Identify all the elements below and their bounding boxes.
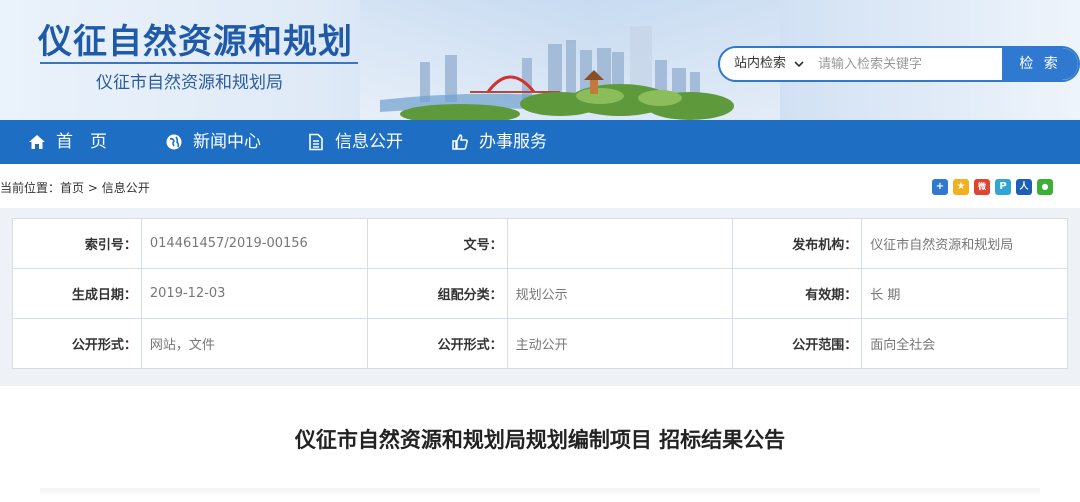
renren-icon[interactable]: 人: [1016, 179, 1032, 195]
globe-icon: [166, 134, 182, 150]
table-row: 公开形式： 网站，文件 公开形式： 主动公开 公开范围： 面向全社会: [12, 318, 1068, 369]
search-button[interactable]: 检 索: [1002, 48, 1078, 80]
site-header: 仪征自然资源和规划 仪征市自然资源和规划局 站内检索 检 索: [0, 0, 1080, 120]
disclosure-form-label: 公开形式：: [12, 318, 142, 369]
nav-item-home[interactable]: 首 页: [28, 120, 107, 164]
search-bar: 站内检索 检 索: [718, 46, 1080, 82]
tencent-weibo-icon[interactable]: P: [995, 179, 1011, 195]
search-scope-select[interactable]: 站内检索: [734, 48, 804, 80]
site-title: 仪征自然资源和规划: [38, 22, 353, 62]
content-divider: [40, 488, 1040, 494]
title-divider: [40, 62, 358, 64]
nav-item-label: 新闻中心: [193, 132, 261, 152]
nav-item-info[interactable]: 信息公开: [307, 120, 403, 164]
article-title: 仪征市自然资源和规划局规划编制项目 招标结果公告: [294, 428, 786, 452]
breadcrumb: 当前位置：首页 > 信息公开: [0, 180, 150, 196]
breadcrumb-home-link[interactable]: 首页: [60, 181, 84, 195]
search-input[interactable]: [818, 48, 1002, 80]
category-value: 规划公示: [506, 268, 734, 319]
validity-value: 长 期: [861, 268, 1068, 319]
disclosure-scope-value: 面向全社会: [861, 318, 1068, 369]
breadcrumb-separator: >: [84, 181, 102, 195]
metadata-table: 索引号： 014461457/2019-00156 文号： 发布机构： 仪征市自…: [12, 218, 1068, 369]
table-row: 索引号： 014461457/2019-00156 文号： 发布机构： 仪征市自…: [12, 218, 1068, 269]
nav-item-label: 信息公开: [335, 132, 403, 152]
site-subtitle: 仪征市自然资源和规划局: [96, 73, 283, 93]
document-number-value: [506, 218, 734, 269]
publisher-value: 仪征市自然资源和规划局: [861, 218, 1068, 269]
disclosure-method-value: 主动公开: [506, 318, 734, 369]
nav-item-services[interactable]: 办事服务: [451, 120, 547, 164]
info-panel: 索引号： 014461457/2019-00156 文号： 发布机构： 仪征市自…: [0, 208, 1080, 386]
nav-item-label: 首 页: [56, 132, 107, 152]
disclosure-form-value: 网站，文件: [140, 318, 368, 369]
nav-item-news[interactable]: 新闻中心: [165, 120, 261, 164]
validity-label: 有效期：: [732, 268, 863, 319]
qzone-icon[interactable]: ★: [953, 179, 969, 195]
category-label: 组配分类：: [366, 268, 508, 319]
publisher-label: 发布机构：: [732, 218, 863, 269]
document-number-label: 文号：: [366, 218, 508, 269]
chevron-down-icon: [794, 60, 804, 67]
thumbs-up-icon: [452, 134, 468, 150]
index-number-value: 014461457/2019-00156: [140, 218, 368, 269]
wechat-icon[interactable]: ●: [1037, 179, 1053, 195]
created-date-value: 2019-12-03: [140, 268, 368, 319]
search-scope-label: 站内检索: [734, 56, 787, 71]
table-row: 生成日期： 2019-12-03 组配分类： 规划公示 有效期： 长 期: [12, 268, 1068, 319]
nav-item-label: 办事服务: [479, 132, 547, 152]
share-toolbar: + ★ 微 P 人 ●: [932, 179, 1053, 195]
share-more-icon[interactable]: +: [932, 179, 948, 195]
breadcrumb-prefix: 当前位置：: [0, 181, 61, 195]
disclosure-scope-label: 公开范围：: [732, 318, 863, 369]
breadcrumb-current[interactable]: 信息公开: [102, 181, 150, 195]
created-date-label: 生成日期：: [12, 268, 142, 319]
weibo-icon[interactable]: 微: [974, 179, 990, 195]
index-number-label: 索引号：: [12, 218, 142, 269]
home-icon: [29, 135, 45, 149]
disclosure-method-label: 公开形式：: [366, 318, 508, 369]
main-nav: 首 页 新闻中心 信息公开 办事服务: [0, 120, 1080, 164]
document-icon: [309, 133, 323, 151]
